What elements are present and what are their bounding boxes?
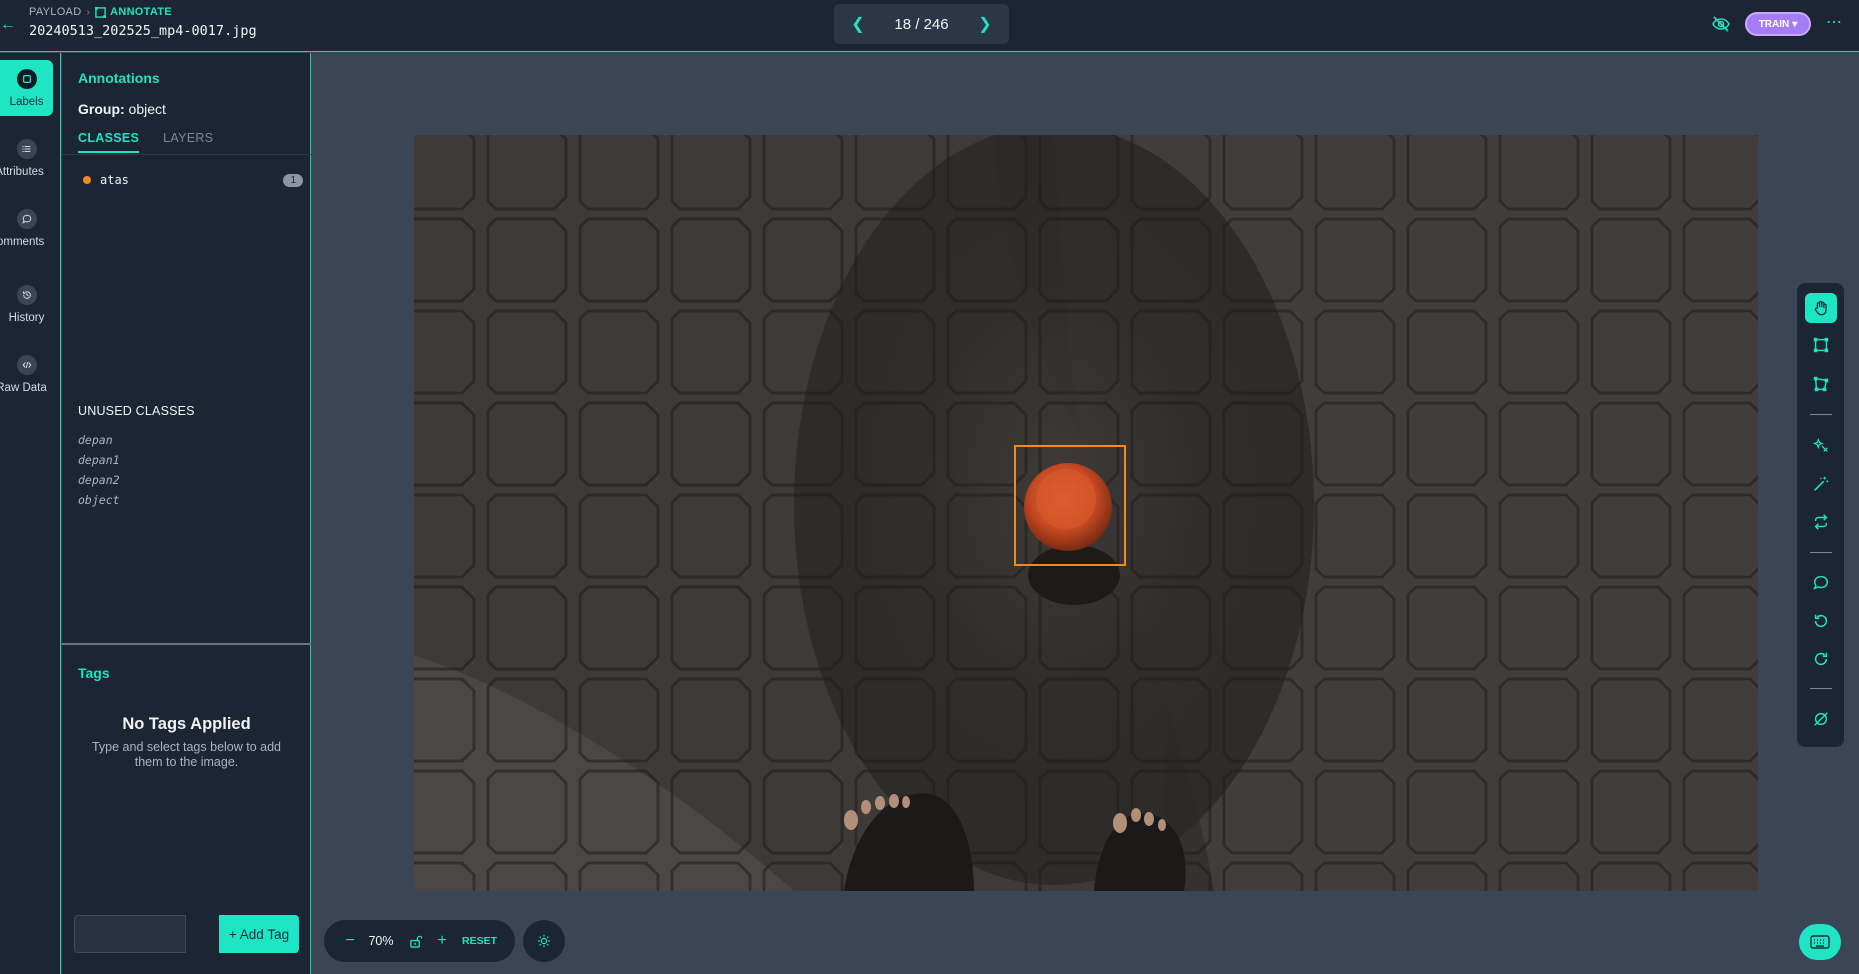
rail-item-history[interactable]: History — [0, 276, 53, 332]
group-value: object — [128, 101, 166, 117]
add-tag-button[interactable]: + Add Tag — [219, 915, 299, 953]
rail-label: Labels — [9, 95, 44, 108]
toolbar-divider — [1810, 552, 1832, 553]
unused-class-item[interactable]: depan1 — [78, 450, 120, 470]
hand-icon — [1814, 300, 1827, 316]
no-tags-description: Type and select tags below to add them t… — [91, 740, 281, 769]
tool-palette — [1797, 283, 1844, 747]
image-filename: 20240513_202525_mp4-0017.jpg — [29, 23, 257, 39]
repeat-icon — [1814, 514, 1828, 530]
unlock-icon — [409, 935, 422, 948]
clear-annotations-button[interactable] — [1805, 704, 1837, 734]
rail-item-labels[interactable]: Labels — [0, 60, 53, 116]
brightness-icon — [537, 934, 551, 948]
annotate-icon — [95, 6, 107, 18]
next-image-button[interactable]: ❯ — [977, 14, 993, 34]
pager-position: 18 / 246 — [894, 15, 949, 33]
redo-button[interactable] — [1805, 644, 1837, 674]
keyboard-shortcuts-button[interactable] — [1799, 924, 1841, 960]
rail-item-comments[interactable]: Comments — [0, 200, 53, 256]
class-row-atas[interactable]: atas 1 — [78, 170, 303, 190]
prev-image-button[interactable]: ❮ — [850, 14, 866, 34]
comment-icon — [1813, 575, 1829, 590]
bounding-box-tool-button[interactable] — [1805, 330, 1837, 360]
breadcrumb-annotate-label: ANNOTATE — [110, 6, 172, 18]
undo-button[interactable] — [1805, 606, 1837, 636]
null-icon — [1814, 712, 1828, 726]
repeat-tool-button[interactable] — [1805, 507, 1837, 537]
smart-select-tool-button[interactable] — [1805, 431, 1837, 461]
pan-tool-button[interactable] — [1805, 293, 1837, 323]
breadcrumb: PAYLOAD › ANNOTATE — [29, 6, 172, 18]
rail-item-raw-data[interactable]: Raw Data — [0, 346, 53, 402]
zoom-out-button[interactable]: − — [338, 932, 362, 950]
class-count-badge: 1 — [283, 173, 303, 187]
tabs-divider — [62, 154, 311, 155]
polygon-tool-button[interactable] — [1805, 369, 1837, 399]
magic-wand-icon — [1814, 476, 1829, 491]
toolbar-divider — [1810, 688, 1832, 689]
rail-label: Raw Data — [0, 381, 47, 394]
tab-classes[interactable]: CLASSES — [78, 131, 140, 153]
class-color-dot — [83, 176, 91, 184]
tags-title: Tags — [78, 665, 110, 681]
back-arrow-icon[interactable]: ← — [0, 14, 16, 36]
rail-label: History — [8, 311, 45, 324]
redo-icon — [1814, 652, 1828, 666]
unused-classes-title: UNUSED CLASSES — [78, 404, 195, 418]
class-name: atas — [100, 173, 129, 187]
rail-item-attributes[interactable]: Attributes — [0, 130, 53, 186]
train-mode-label: TRAIN — [1758, 18, 1790, 30]
annotation-image[interactable] — [414, 135, 1758, 891]
toolbar-divider — [1810, 414, 1832, 415]
unused-class-item[interactable]: depan — [78, 430, 120, 450]
panel-divider[interactable] — [62, 643, 311, 645]
comment-tool-button[interactable] — [1805, 568, 1837, 598]
hide-annotations-icon[interactable] — [1711, 14, 1731, 34]
keyboard-icon — [1810, 935, 1830, 949]
breadcrumb-annotate: ANNOTATE — [95, 6, 172, 18]
unused-classes-list: depan depan1 depan2 object — [78, 430, 120, 510]
comment-icon — [16, 208, 37, 229]
top-bar: ← PAYLOAD › ANNOTATE 20240513_202525_mp4… — [0, 0, 1859, 52]
no-tags-message: No Tags Applied Type and select tags bel… — [62, 715, 311, 770]
group-label: Group: — [78, 101, 125, 117]
magic-wand-tool-button[interactable] — [1805, 469, 1837, 499]
label-icon — [16, 68, 37, 89]
group-line: Group: object — [78, 101, 166, 117]
bounding-box-icon — [1813, 337, 1829, 353]
chevron-down-icon: ▾ — [1792, 18, 1798, 30]
chevron-right-icon: › — [86, 6, 91, 18]
brightness-button[interactable] — [523, 920, 565, 962]
tab-layers[interactable]: LAYERS — [163, 131, 213, 153]
sparkle-select-icon — [1812, 438, 1828, 452]
more-options-icon[interactable]: ⋯ — [1826, 12, 1842, 32]
unused-class-item[interactable]: object — [78, 490, 120, 510]
left-rail: Labels Attributes Comments History Raw D… — [0, 53, 61, 974]
rail-label: Attributes — [0, 165, 44, 178]
zoom-level: 70% — [368, 934, 394, 948]
no-tags-title: No Tags Applied — [122, 715, 251, 733]
reset-zoom-button[interactable]: RESET — [462, 935, 497, 947]
panel-title: Annotations — [78, 70, 160, 86]
lock-zoom-button[interactable] — [400, 935, 430, 948]
zoom-controls: − 70% + RESET — [324, 920, 515, 962]
bounding-box-atas[interactable] — [1014, 445, 1126, 566]
annotations-panel: Annotations Group: object CLASSES LAYERS… — [62, 53, 311, 974]
history-icon — [16, 284, 37, 305]
breadcrumb-payload[interactable]: PAYLOAD — [29, 6, 81, 18]
rail-label: Comments — [0, 235, 45, 248]
train-mode-button[interactable]: TRAIN ▾ — [1745, 12, 1811, 36]
undo-icon — [1814, 614, 1828, 628]
panel-tabs: CLASSES LAYERS — [78, 131, 213, 153]
code-icon — [16, 354, 37, 375]
image-pager: ❮ 18 / 246 ❯ — [834, 4, 1009, 44]
polygon-icon — [1813, 376, 1829, 392]
tag-input[interactable] — [74, 915, 186, 953]
list-icon — [16, 138, 37, 159]
unused-class-item[interactable]: depan2 — [78, 470, 120, 490]
zoom-in-button[interactable]: + — [430, 932, 454, 950]
